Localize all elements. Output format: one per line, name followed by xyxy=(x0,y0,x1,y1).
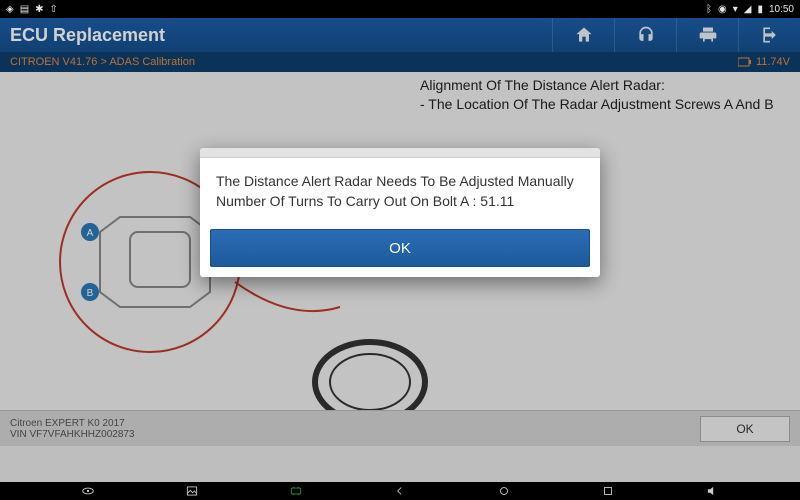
notif-icon: ⇧ xyxy=(50,4,58,15)
bluetooth-icon: ᛒ xyxy=(706,4,712,15)
gallery-icon[interactable] xyxy=(185,484,199,498)
browser-icon[interactable] xyxy=(81,484,95,498)
signal-icon: ◢ xyxy=(744,4,752,15)
diag-app-icon[interactable] xyxy=(289,484,303,498)
status-left: ◈ ▤ ✱ ⇧ xyxy=(6,4,58,15)
app-window: ECU Replacement CITROEN V41.76 > ADAS Ca… xyxy=(0,18,800,482)
battery-icon: ▮ xyxy=(757,4,763,15)
volume-icon[interactable] xyxy=(705,484,719,498)
alert-dialog: The Distance Alert Radar Needs To Be Adj… xyxy=(200,148,600,277)
status-right: ᛒ ◉ ▾ ◢ ▮ 10:50 xyxy=(706,4,794,15)
dialog-ok-button[interactable]: OK xyxy=(210,229,590,267)
dialog-text-line: Number Of Turns To Carry Out On Bolt A :… xyxy=(216,192,584,212)
recent-icon[interactable] xyxy=(601,484,615,498)
home-nav-icon[interactable] xyxy=(497,484,511,498)
clock: 10:50 xyxy=(769,4,794,15)
location-icon: ◉ xyxy=(718,4,727,15)
back-icon[interactable] xyxy=(393,484,407,498)
dialog-header xyxy=(200,148,600,158)
wifi-icon: ▾ xyxy=(733,4,738,15)
dialog-text-line: The Distance Alert Radar Needs To Be Adj… xyxy=(216,172,584,192)
notif-icon: ◈ xyxy=(6,4,14,15)
notif-icon: ✱ xyxy=(35,4,43,15)
android-nav-bar xyxy=(0,482,800,500)
notif-icon: ▤ xyxy=(20,4,29,15)
android-status-bar: ◈ ▤ ✱ ⇧ ᛒ ◉ ▾ ◢ ▮ 10:50 xyxy=(0,0,800,18)
dialog-body: The Distance Alert Radar Needs To Be Adj… xyxy=(200,158,600,229)
